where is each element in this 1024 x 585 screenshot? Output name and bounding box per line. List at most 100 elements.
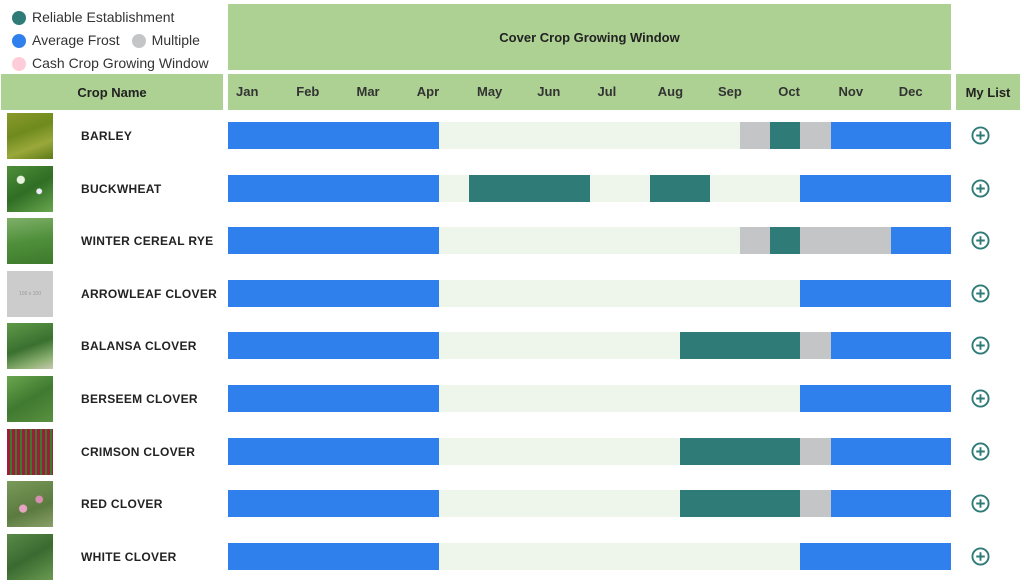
crop-thumbnail[interactable] bbox=[7, 165, 53, 212]
frost-segment[interactable] bbox=[830, 332, 951, 360]
crop-thumbnail[interactable] bbox=[7, 533, 53, 580]
crop-thumbnail[interactable] bbox=[7, 218, 53, 265]
month-label-feb: Feb bbox=[296, 84, 320, 99]
frost-segment[interactable] bbox=[228, 174, 439, 202]
add-to-list-button[interactable] bbox=[971, 336, 990, 355]
crop-thumbnail[interactable] bbox=[7, 113, 53, 159]
reliable-segment[interactable] bbox=[469, 174, 590, 202]
crop-row: BARLEY bbox=[0, 110, 1024, 162]
add-circle-icon bbox=[971, 126, 990, 145]
crop-name[interactable]: RED CLOVER bbox=[81, 478, 163, 530]
reliable-segment[interactable] bbox=[770, 122, 801, 149]
crop-thumbnail[interactable] bbox=[7, 428, 53, 475]
add-circle-icon bbox=[971, 336, 990, 355]
frost-segment[interactable] bbox=[228, 122, 439, 149]
legend-cash-label: Cash Crop Growing Window bbox=[32, 55, 209, 71]
add-circle-icon bbox=[971, 442, 990, 461]
add-to-list-button[interactable] bbox=[971, 284, 990, 303]
crop-thumbnail[interactable]: 100 x 100 bbox=[7, 270, 53, 317]
frost-segment[interactable] bbox=[228, 227, 439, 255]
frost-segment[interactable] bbox=[228, 385, 439, 412]
my-list-header[interactable]: My List bbox=[956, 74, 1020, 110]
growing-window-track bbox=[228, 279, 951, 307]
frost-segment[interactable] bbox=[228, 542, 439, 570]
frost-segment[interactable] bbox=[800, 542, 951, 570]
frost-dot-icon bbox=[12, 33, 26, 48]
reliable-segment[interactable] bbox=[679, 437, 801, 465]
frost-segment[interactable] bbox=[228, 490, 439, 518]
multiple-segment[interactable] bbox=[800, 122, 831, 149]
growing-window-track bbox=[228, 332, 951, 360]
legend-multiple-label: Multiple bbox=[151, 32, 200, 48]
crop-name[interactable]: BERSEEM CLOVER bbox=[81, 373, 198, 425]
add-to-list-button[interactable] bbox=[971, 126, 990, 145]
frost-segment[interactable] bbox=[228, 332, 439, 360]
add-to-list-button[interactable] bbox=[971, 389, 990, 408]
crop-thumbnail[interactable] bbox=[7, 376, 53, 422]
multiple-segment[interactable] bbox=[740, 122, 771, 149]
crop-row: BERSEEM CLOVER bbox=[0, 373, 1024, 425]
crop-name[interactable]: BALANSA CLOVER bbox=[81, 320, 197, 372]
multiple-dot-icon bbox=[131, 33, 146, 48]
frost-segment[interactable] bbox=[830, 122, 951, 149]
reliable-segment[interactable] bbox=[679, 332, 801, 360]
crop-thumbnail[interactable] bbox=[7, 323, 53, 370]
frost-segment[interactable] bbox=[800, 279, 951, 307]
growing-window-track bbox=[228, 385, 951, 412]
crop-thumbnail[interactable] bbox=[7, 481, 53, 528]
frost-segment[interactable] bbox=[800, 174, 951, 202]
add-circle-icon bbox=[971, 547, 990, 566]
reliable-dot-icon bbox=[12, 10, 26, 25]
reliable-segment[interactable] bbox=[770, 227, 801, 255]
month-label-jun: Jun bbox=[537, 84, 561, 99]
crop-name[interactable]: CRIMSON CLOVER bbox=[81, 426, 195, 478]
month-label-may: May bbox=[477, 84, 503, 99]
add-circle-icon bbox=[971, 231, 990, 250]
multiple-segment[interactable] bbox=[800, 437, 831, 465]
month-header: Jan Feb Mar Apr May Jun Jul Aug Sep Oct Nov Dec bbox=[228, 74, 951, 110]
crop-name[interactable]: WINTER CEREAL RYE bbox=[81, 215, 213, 267]
add-to-list-button[interactable] bbox=[971, 179, 990, 198]
reliable-segment[interactable] bbox=[649, 174, 710, 202]
frost-segment[interactable] bbox=[830, 490, 951, 518]
add-to-list-button[interactable] bbox=[971, 494, 990, 513]
growing-window-track bbox=[228, 122, 951, 149]
growing-window-track bbox=[228, 437, 951, 465]
add-to-list-button[interactable] bbox=[971, 547, 990, 566]
legend-reliable-label: Reliable Establishment bbox=[32, 9, 175, 25]
add-to-list-button[interactable] bbox=[971, 442, 990, 461]
month-label-mar: Mar bbox=[356, 84, 380, 99]
crop-row: WHITE CLOVER bbox=[0, 531, 1024, 583]
multiple-segment[interactable] bbox=[800, 490, 831, 518]
growing-window-track bbox=[228, 174, 951, 202]
multiple-segment[interactable] bbox=[740, 227, 771, 255]
month-label-jan: Jan bbox=[236, 84, 259, 99]
month-label-oct: Oct bbox=[778, 84, 800, 99]
month-label-aug: Aug bbox=[657, 84, 684, 99]
frost-segment[interactable] bbox=[800, 385, 951, 412]
crop-name-header[interactable]: Crop Name bbox=[1, 74, 223, 110]
frost-segment[interactable] bbox=[228, 437, 439, 465]
month-label-nov: Nov bbox=[838, 84, 864, 99]
crop-name[interactable]: WHITE CLOVER bbox=[81, 531, 177, 583]
frost-segment[interactable] bbox=[890, 227, 951, 255]
cash-dot-icon bbox=[12, 56, 26, 71]
legend-reliable: Reliable Establishment bbox=[12, 6, 174, 29]
legend-multiple: Multiple bbox=[131, 29, 200, 52]
add-to-list-button[interactable] bbox=[971, 231, 990, 250]
frost-segment[interactable] bbox=[228, 279, 439, 307]
month-label-apr: Apr bbox=[416, 84, 440, 99]
crop-name[interactable]: ARROWLEAF CLOVER bbox=[81, 268, 217, 320]
add-circle-icon bbox=[971, 494, 990, 513]
crop-name[interactable]: BUCKWHEAT bbox=[81, 163, 161, 215]
crop-row: 100 x 100 ARROWLEAF CLOVER bbox=[0, 268, 1024, 320]
add-circle-icon bbox=[971, 389, 990, 408]
multiple-segment[interactable] bbox=[800, 332, 831, 360]
reliable-segment[interactable] bbox=[679, 490, 801, 518]
crop-row: RED CLOVER bbox=[0, 478, 1024, 530]
crop-name[interactable]: BARLEY bbox=[81, 110, 132, 162]
growing-window-track bbox=[228, 542, 951, 570]
frost-segment[interactable] bbox=[830, 437, 951, 465]
multiple-segment[interactable] bbox=[800, 227, 891, 255]
crop-row: BALANSA CLOVER bbox=[0, 320, 1024, 372]
